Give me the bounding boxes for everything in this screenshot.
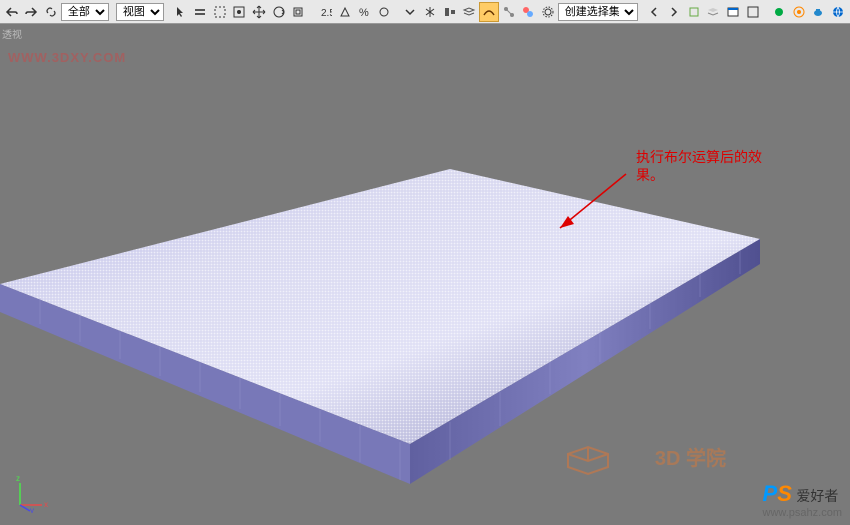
ps-text: 爱好者 (796, 488, 838, 504)
watermark-3d-logo: 3D 学院 (563, 439, 730, 485)
axis-gizmo: z x y (12, 473, 52, 513)
ps-url: www.psahz.com (763, 507, 842, 519)
watermark-ps: PS 爱好者 www.psahz.com (763, 481, 842, 519)
next-button[interactable] (664, 2, 684, 22)
svg-text:2.5: 2.5 (321, 8, 332, 19)
prev-button[interactable] (645, 2, 665, 22)
dialog-button[interactable] (723, 2, 743, 22)
window-crossing-button[interactable] (230, 2, 250, 22)
main-toolbar: 全部 视图 2.5 % 创建选择集 (0, 0, 850, 24)
selection-set-dropdown[interactable]: 创建选择集 (558, 3, 638, 21)
frame-button[interactable] (743, 2, 763, 22)
render-setup-button[interactable] (538, 2, 558, 22)
spinner-snap-button[interactable] (374, 2, 394, 22)
quick-render-button[interactable] (789, 2, 809, 22)
schematic-button[interactable] (499, 2, 519, 22)
annotation-text: 执行布尔运算后的效 果。 (636, 148, 762, 184)
snap-percent-button[interactable]: % (354, 2, 374, 22)
material-button[interactable] (518, 2, 538, 22)
link-button[interactable] (41, 2, 61, 22)
ps-logo: PS (763, 481, 792, 506)
annotation-line2: 果。 (636, 167, 664, 183)
select-name-button[interactable] (190, 2, 210, 22)
curve-editor-button[interactable] (479, 2, 499, 22)
filter-dropdown[interactable]: 全部 (61, 3, 109, 21)
resource-button[interactable] (684, 2, 704, 22)
select-region-button[interactable] (210, 2, 230, 22)
snap-toggle-button[interactable]: 2.5 (315, 2, 335, 22)
redo-button[interactable] (22, 2, 42, 22)
select-button[interactable] (171, 2, 191, 22)
svg-text:%: % (359, 7, 369, 19)
rotate-button[interactable] (269, 2, 289, 22)
svg-text:z: z (16, 474, 20, 483)
layers-button[interactable] (460, 2, 480, 22)
scale-button[interactable] (289, 2, 309, 22)
undo-button[interactable] (2, 2, 22, 22)
perforated-panel-mesh (0, 164, 760, 484)
move-button[interactable] (249, 2, 269, 22)
mirror-button[interactable] (420, 2, 440, 22)
layer-manager-button[interactable] (704, 2, 724, 22)
snap-angle-button[interactable] (335, 2, 355, 22)
annotation-arrow (548, 170, 628, 240)
globe-button[interactable] (828, 2, 848, 22)
teapot-button[interactable] (809, 2, 829, 22)
svg-text:y: y (30, 506, 34, 513)
render-button[interactable] (769, 2, 789, 22)
edit-named-button[interactable] (401, 2, 421, 22)
view-dropdown[interactable]: 视图 (116, 3, 164, 21)
annotation-line1: 执行布尔运算后的效 (636, 149, 762, 165)
perspective-viewport[interactable]: 透视 WWW.3DXY.COM (0, 24, 850, 525)
svg-text:x: x (44, 500, 48, 509)
align-button[interactable] (440, 2, 460, 22)
